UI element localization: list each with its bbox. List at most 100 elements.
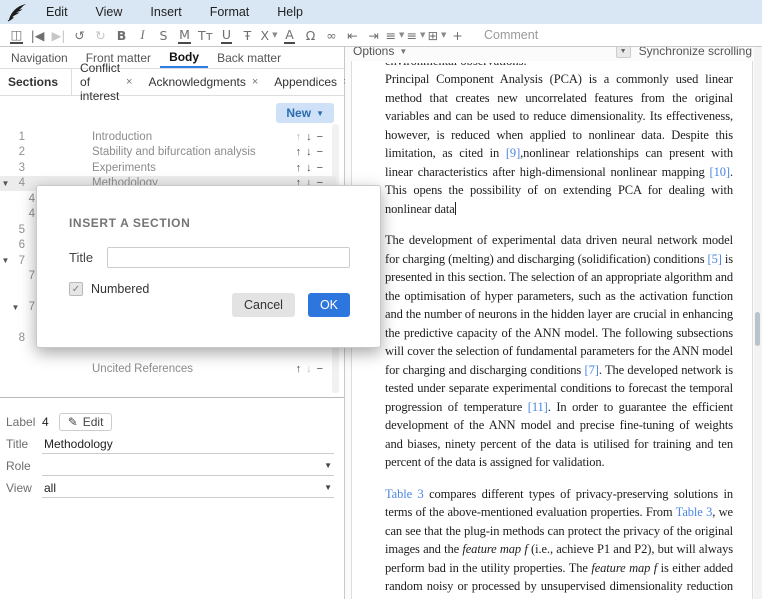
editor-layout-icon[interactable]: ◫ bbox=[6, 26, 27, 45]
strikethrough-icon[interactable]: Ŧ bbox=[237, 26, 258, 45]
indent-icon[interactable]: ⇥ bbox=[363, 26, 384, 45]
move-up-button[interactable]: ↑ bbox=[296, 131, 302, 143]
move-up-button[interactable]: ↑ bbox=[296, 363, 302, 375]
tab-body[interactable]: Body bbox=[160, 47, 208, 68]
close-icon[interactable]: × bbox=[126, 76, 132, 88]
menu-format[interactable]: Format bbox=[196, 5, 264, 19]
undo-icon[interactable]: ↺ bbox=[69, 26, 90, 45]
app-window: EditViewInsertFormatHelp ◫|◀▶|↺↻BISMTᴛUŦ… bbox=[0, 0, 762, 599]
italic-icon[interactable]: I bbox=[132, 26, 153, 45]
expand-caret-icon[interactable]: ▼ bbox=[0, 179, 11, 188]
section-number: 1 bbox=[11, 131, 25, 143]
tab-sections[interactable]: Sections bbox=[0, 69, 72, 95]
outdent-icon[interactable]: ⇤ bbox=[342, 26, 363, 45]
citation-link[interactable]: [11] bbox=[528, 400, 548, 414]
label-field-label: Label bbox=[6, 415, 42, 429]
chevron-down-icon: ▼ bbox=[324, 461, 334, 470]
title-field[interactable]: Methodology bbox=[42, 435, 334, 454]
text-cursor bbox=[455, 202, 456, 215]
cancel-button[interactable]: Cancel bbox=[232, 293, 295, 317]
section-title: Stability and bifurcation analysis bbox=[92, 146, 256, 158]
remove-button[interactable]: − bbox=[317, 162, 323, 174]
document-scrollbar[interactable] bbox=[754, 47, 762, 599]
sans-style-icon[interactable]: S bbox=[153, 26, 174, 45]
tab-back-matter[interactable]: Back matter bbox=[208, 47, 290, 68]
table-icon[interactable]: ⊞▼ bbox=[426, 26, 447, 45]
options-dropdown[interactable]: Options ▼ bbox=[353, 47, 407, 58]
sync-dropdown-button[interactable]: ▼ bbox=[616, 47, 631, 58]
title-field-label: Title bbox=[6, 437, 42, 451]
numbered-list-icon[interactable]: ≡▼ bbox=[405, 26, 426, 45]
move-up-button[interactable]: ↑ bbox=[296, 162, 302, 174]
section-properties: Label 4 ✎ Edit Title Methodology Role bbox=[0, 398, 344, 498]
expand-caret-icon[interactable]: ▼ bbox=[0, 256, 11, 265]
special-character-icon[interactable]: Ω bbox=[300, 26, 321, 45]
bullet-list-icon[interactable]: ≡▼ bbox=[384, 26, 405, 45]
move-down-button[interactable]: ↓ bbox=[306, 131, 312, 143]
chevron-down-icon: ▼ bbox=[420, 26, 425, 45]
document-header: Options ▼ ▼ Synchronize scrolling bbox=[345, 47, 762, 61]
close-icon[interactable]: × bbox=[252, 76, 258, 88]
document-paragraph: The development of experimental data dri… bbox=[385, 231, 733, 472]
citation-link[interactable]: [9] bbox=[506, 146, 520, 160]
new-section-button[interactable]: New ▼ bbox=[276, 103, 334, 123]
move-anchor-icon[interactable]: + bbox=[447, 26, 468, 45]
chevron-down-icon: ▼ bbox=[441, 26, 446, 45]
small-caps-icon[interactable]: Tᴛ bbox=[195, 26, 216, 45]
section-title-input[interactable] bbox=[107, 247, 350, 268]
monospace-icon[interactable]: M bbox=[174, 26, 195, 45]
document-page[interactable]: environmental observations. Principal Co… bbox=[351, 61, 753, 599]
section-number: 4 bbox=[11, 177, 25, 189]
go-next-icon[interactable]: ▶| bbox=[48, 26, 69, 45]
redo-icon[interactable]: ↻ bbox=[90, 26, 111, 45]
clear-format-icon[interactable]: X▼ bbox=[258, 26, 279, 45]
citation-link[interactable]: [7] bbox=[585, 363, 599, 377]
numbered-checkbox[interactable]: ✓ bbox=[69, 282, 83, 296]
sync-scrolling-label: Synchronize scrolling bbox=[639, 47, 752, 58]
app-logo-icon[interactable] bbox=[4, 1, 32, 23]
row-controls: ↑ ↓− bbox=[296, 162, 323, 174]
menu-edit[interactable]: Edit bbox=[32, 5, 82, 19]
section-title: Experiments bbox=[92, 162, 156, 174]
bold-icon[interactable]: B bbox=[111, 26, 132, 45]
citation-link[interactable]: [5] bbox=[708, 252, 722, 266]
section-row[interactable]: 3Experiments↑↓− bbox=[0, 160, 336, 176]
move-down-button[interactable]: ↓ bbox=[306, 162, 312, 174]
section-row[interactable] bbox=[0, 346, 336, 362]
remove-button[interactable]: − bbox=[317, 131, 323, 143]
section-number: 4 bbox=[21, 193, 35, 205]
section-group-tabs: SectionsConflict of interest×Acknowledgm… bbox=[0, 69, 344, 96]
comment-label[interactable]: Comment bbox=[484, 28, 538, 42]
chevron-down-icon: ▼ bbox=[399, 47, 407, 56]
expand-caret-icon[interactable]: ▼ bbox=[10, 303, 21, 312]
ok-button[interactable]: OK bbox=[308, 293, 350, 317]
menu-view[interactable]: View bbox=[82, 5, 137, 19]
move-down-button[interactable]: ↓ bbox=[306, 363, 312, 375]
edit-label-button[interactable]: ✎ Edit bbox=[59, 413, 113, 431]
move-down-button[interactable]: ↓ bbox=[306, 146, 312, 158]
tab-conflict-of-interest[interactable]: Conflict of interest× bbox=[72, 69, 140, 95]
view-select[interactable]: all ▼ bbox=[42, 479, 334, 498]
link-icon[interactable]: ∞ bbox=[321, 26, 342, 45]
section-row[interactable]: 2Stability and bifurcation analysis↑↓− bbox=[0, 145, 336, 161]
chevron-down-icon: ▼ bbox=[324, 483, 334, 492]
citation-link[interactable]: Table 3 bbox=[385, 487, 424, 501]
citation-link[interactable]: Table 3 bbox=[676, 505, 713, 519]
move-up-button[interactable]: ↑ bbox=[296, 146, 302, 158]
section-number: 7 bbox=[21, 270, 35, 282]
tab-navigation[interactable]: Navigation bbox=[2, 47, 77, 68]
tab-appendices[interactable]: Appendices× bbox=[266, 69, 357, 95]
text-color-icon[interactable]: A bbox=[279, 26, 300, 45]
role-select[interactable]: ▼ bbox=[42, 457, 334, 476]
tab-acknowledgments[interactable]: Acknowledgments× bbox=[140, 69, 266, 95]
remove-button[interactable]: − bbox=[317, 363, 323, 375]
go-previous-icon[interactable]: |◀ bbox=[27, 26, 48, 45]
section-row[interactable]: 1Introduction↑↓− bbox=[0, 129, 336, 145]
underline-icon[interactable]: U bbox=[216, 26, 237, 45]
document-scrollbar-thumb[interactable] bbox=[755, 312, 760, 346]
section-row[interactable]: Uncited References↑↓− bbox=[0, 362, 336, 378]
menu-insert[interactable]: Insert bbox=[136, 5, 195, 19]
citation-link[interactable]: [10] bbox=[710, 165, 730, 179]
menu-help[interactable]: Help bbox=[263, 5, 317, 19]
remove-button[interactable]: − bbox=[317, 146, 323, 158]
